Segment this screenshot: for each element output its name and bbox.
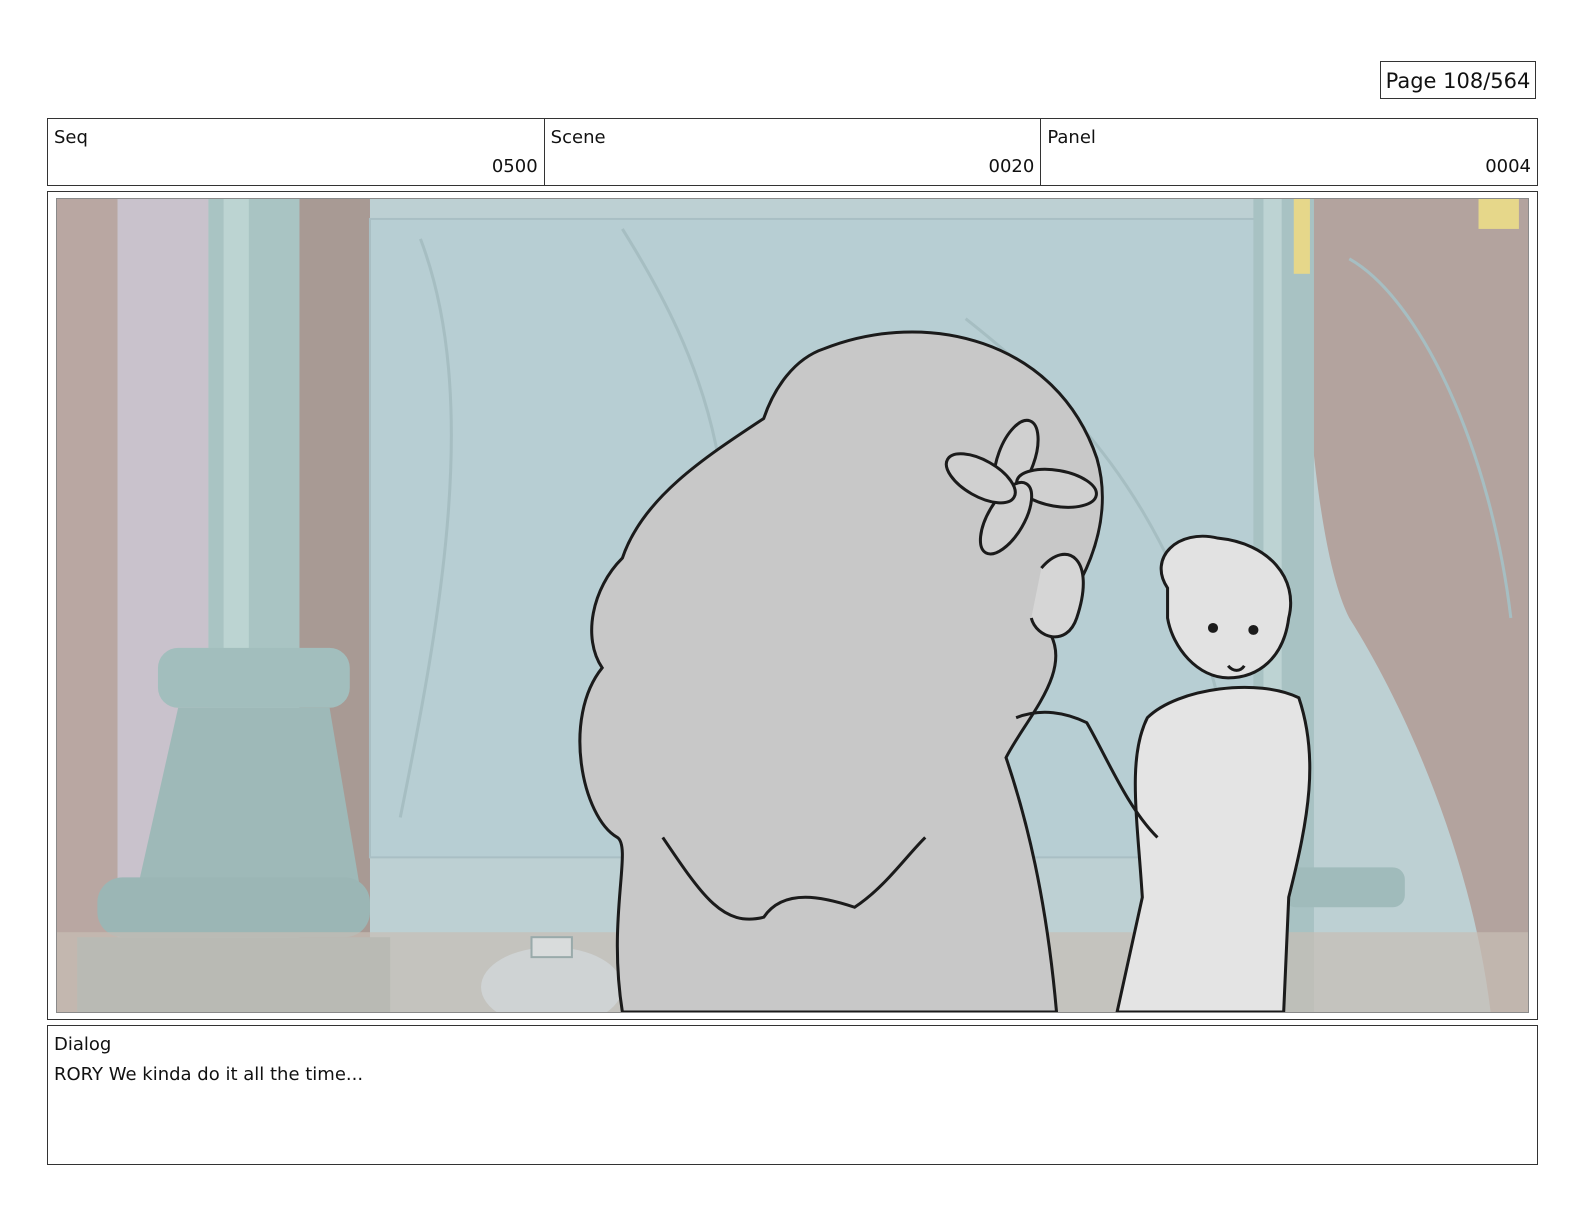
seq-value: 0500: [491, 156, 538, 177]
dialog-box: Dialog RORY We kinda do it all the time.…: [47, 1025, 1538, 1165]
panel-cell: Panel 0004: [1041, 119, 1537, 185]
seq-label: Seq: [54, 127, 88, 148]
panel-frame: [47, 191, 1538, 1020]
scene-value: 0020: [988, 156, 1035, 177]
scene-cell: Scene 0020: [545, 119, 1042, 185]
scene-label: Scene: [550, 127, 606, 148]
dialog-label: Dialog: [54, 1034, 112, 1055]
dialog-text: RORY We kinda do it all the time...: [54, 1064, 364, 1085]
panel-value: 0004: [1485, 156, 1532, 177]
seq-cell: Seq 0500: [48, 119, 545, 185]
page-number: Page 108/564: [1380, 61, 1536, 99]
panel-image: [56, 198, 1529, 1013]
storyboard-drawing: [57, 199, 1528, 1012]
panel-label: Panel: [1047, 127, 1096, 148]
panel-info-header: Seq 0500 Scene 0020 Panel 0004: [47, 118, 1538, 186]
